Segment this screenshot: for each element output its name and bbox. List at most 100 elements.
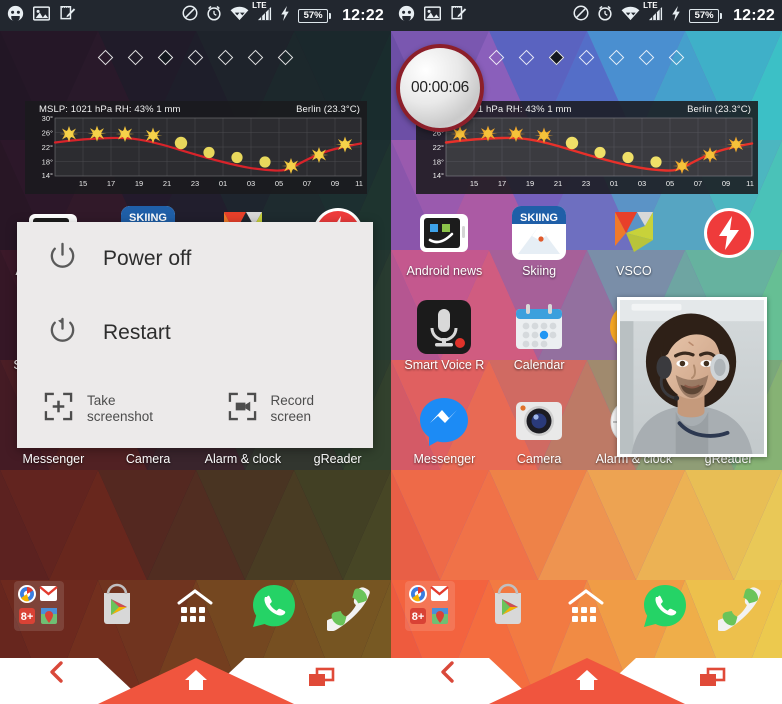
stopwatch-time: 00:00:06 [411, 79, 469, 96]
svg-text:23: 23 [582, 179, 590, 188]
svg-text:03: 03 [638, 179, 646, 188]
svg-text:14°: 14° [42, 171, 53, 180]
android-robot-icon [7, 5, 24, 27]
app-drawer-icon[interactable] [561, 581, 611, 631]
lte-label: LTE [643, 0, 658, 10]
app-tile[interactable]: Smart Voice R [397, 300, 492, 372]
app-tile[interactable]: Camera [492, 394, 587, 466]
app-label: Messenger [413, 452, 476, 466]
record-screen-option[interactable]: Record screen [204, 392, 364, 426]
weather-plot: 30° 26° 22° 18° 14° 151719 212301 030507… [420, 116, 754, 190]
svg-text:22°: 22° [433, 143, 444, 152]
weather-plot: 30° 26° 22° 18° 14° 151719 212301 030507… [29, 116, 363, 190]
capture-options-row: Take screenshot Record screen [17, 370, 373, 448]
floating-stopwatch-widget[interactable]: 00:00:06 [396, 44, 484, 132]
page-dot[interactable] [97, 49, 114, 66]
page-dot[interactable] [668, 49, 685, 66]
app-drawer-icon[interactable] [170, 581, 220, 631]
whatsapp-icon[interactable] [249, 581, 299, 631]
app-tile[interactable] [681, 206, 776, 278]
svg-text:14°: 14° [433, 171, 444, 180]
charging-bolt-icon [671, 5, 681, 26]
signal-icon: LTE [643, 1, 663, 26]
svg-text:09: 09 [722, 179, 730, 188]
page-dot[interactable] [488, 49, 505, 66]
page-dot[interactable] [127, 49, 144, 66]
signal-icon: LTE [252, 1, 272, 26]
dock-left: 8+ [0, 572, 391, 640]
app-label: Camera [516, 452, 562, 466]
restart-option[interactable]: Restart [17, 296, 373, 370]
app-label: Skiing [522, 264, 557, 278]
whatsapp-icon[interactable] [640, 581, 690, 631]
take-screenshot-option[interactable]: Take screenshot [44, 392, 204, 426]
smart-voice-recorder-icon [417, 300, 472, 354]
navigation-bar-right [391, 640, 782, 704]
phone-handset-icon[interactable] [324, 581, 377, 632]
messenger-icon [417, 394, 471, 448]
power-icon [47, 241, 78, 277]
svg-text:SKIING: SKIING [520, 212, 558, 224]
status-bar-right: LTE 57% 12:22 [391, 0, 782, 31]
page-dot-active[interactable] [157, 49, 174, 66]
svg-text:30°: 30° [42, 116, 53, 123]
svg-text:07: 07 [694, 179, 702, 188]
red-bolt-icon [702, 206, 756, 260]
svg-text:19: 19 [526, 179, 534, 188]
page-dot[interactable] [638, 49, 655, 66]
battery-indicator: 57% [298, 8, 332, 23]
battery-percent: 57% [298, 8, 329, 23]
page-dot[interactable] [578, 49, 595, 66]
svg-text:03: 03 [247, 179, 255, 188]
page-dot[interactable] [247, 49, 264, 66]
clock-time: 12:22 [733, 6, 775, 24]
svg-text:09: 09 [331, 179, 339, 188]
app-tile[interactable]: SKIING Skiing [492, 206, 587, 278]
power-off-option[interactable]: Power off [17, 222, 373, 296]
image-icon [32, 5, 51, 26]
vsco-icon [607, 206, 661, 260]
svg-text:26°: 26° [42, 129, 53, 138]
dock-right: 8+ [391, 572, 782, 640]
page-dot[interactable] [277, 49, 294, 66]
page-dot[interactable] [217, 49, 234, 66]
battery-nub [720, 12, 723, 19]
play-store-icon[interactable] [92, 581, 142, 631]
svg-text:21: 21 [554, 179, 562, 188]
comparison-stage: MSLP: 1021 hPa RH: 43% 1 mm Berlin (23.3… [0, 0, 782, 704]
floating-webcam-preview[interactable] [617, 297, 767, 457]
page-indicator-left[interactable] [0, 49, 391, 66]
battery-nub [329, 12, 332, 19]
alarm-icon [206, 5, 222, 26]
app-tile[interactable]: Android news [397, 206, 492, 278]
navigation-bar-left [0, 640, 391, 704]
app-label: Messenger [22, 452, 85, 466]
app-tile[interactable]: VSCO [587, 206, 682, 278]
play-store-icon[interactable] [483, 581, 533, 631]
camera-icon [512, 394, 566, 448]
page-dot[interactable] [608, 49, 625, 66]
google-apps-folder-icon[interactable]: 8+ [405, 581, 456, 631]
svg-text:07: 07 [303, 179, 311, 188]
google-apps-folder-icon[interactable]: 8+ [14, 581, 65, 631]
app-tile[interactable]: Messenger [397, 394, 492, 466]
clock-time: 12:22 [342, 6, 384, 24]
phone-screen-left: MSLP: 1021 hPa RH: 43% 1 mm Berlin (23.3… [0, 0, 391, 704]
screenshot-icon [44, 392, 73, 426]
skiing-game-icon: SKIING [512, 206, 567, 260]
note-edit-icon [59, 5, 76, 27]
svg-text:17: 17 [107, 179, 115, 188]
page-dot[interactable] [187, 49, 204, 66]
weather-chart-widget-left[interactable]: MSLP: 1021 hPa RH: 43% 1 mm Berlin (23.3… [25, 101, 367, 194]
status-bar-left: LTE 57% 12:22 [0, 0, 391, 31]
svg-text:21: 21 [163, 179, 171, 188]
take-screenshot-label: Take screenshot [87, 392, 154, 424]
app-tile[interactable]: Calendar [492, 300, 587, 372]
page-dot[interactable] [518, 49, 535, 66]
svg-text:05: 05 [275, 179, 283, 188]
page-dot-active[interactable] [548, 49, 565, 66]
power-options-dialog[interactable]: Power off Restart Take screenshot Record… [17, 222, 373, 448]
svg-text:17: 17 [498, 179, 506, 188]
svg-text:18°: 18° [42, 158, 53, 167]
phone-handset-icon[interactable] [715, 581, 768, 632]
